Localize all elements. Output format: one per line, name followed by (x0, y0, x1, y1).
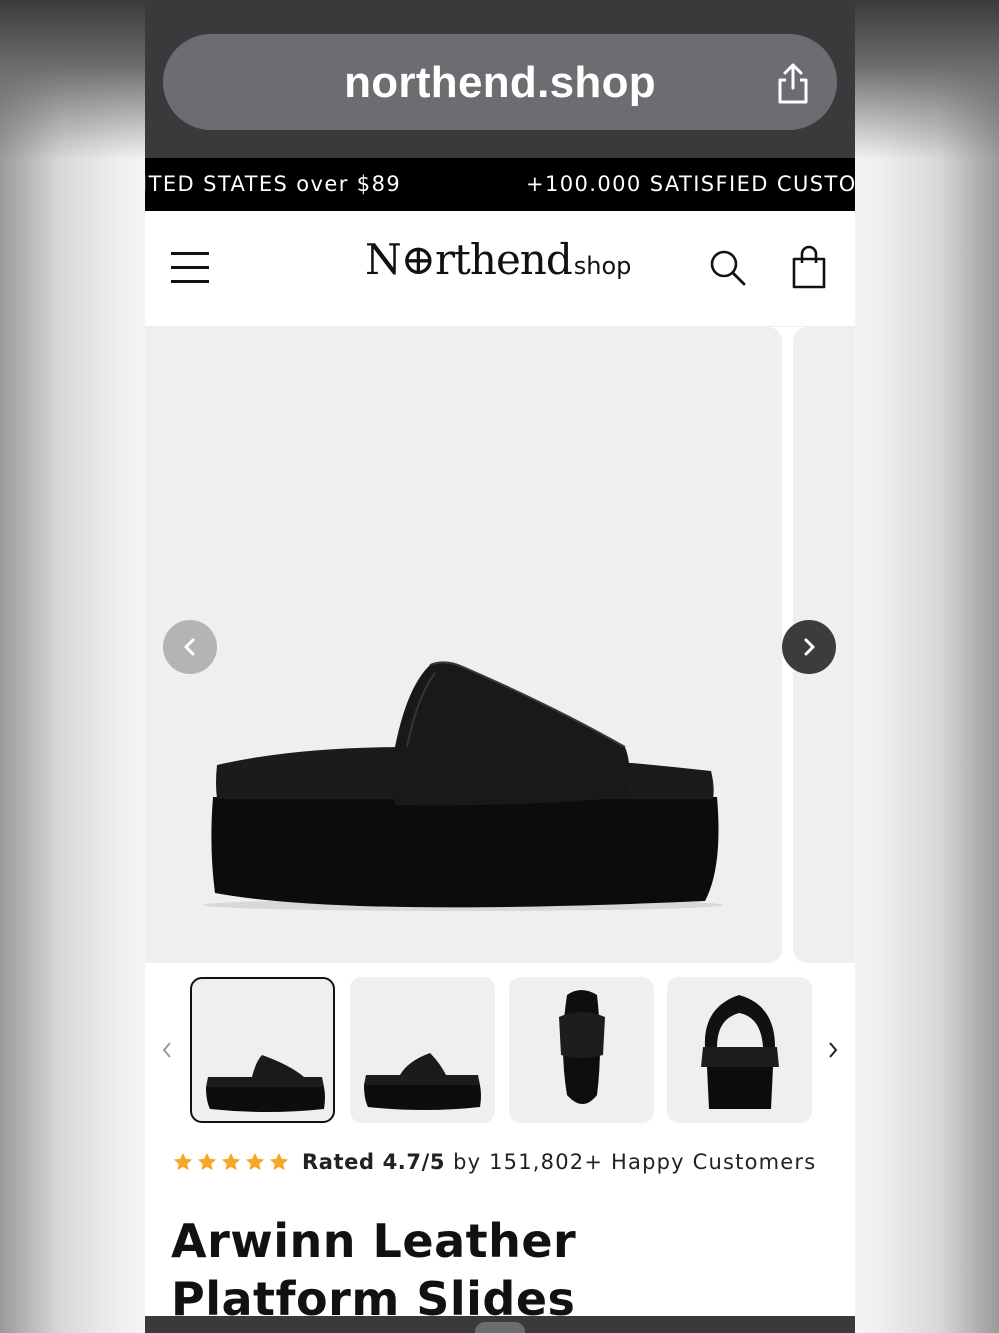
star-icon (173, 1152, 193, 1171)
star-icon (245, 1152, 265, 1171)
announcement-item: ITED STATES over $89 (145, 172, 402, 196)
address-bar[interactable]: northend.shop (163, 34, 837, 130)
rating-score: Rated 4.7/5 (302, 1150, 446, 1174)
site-logo[interactable]: N⊕rthendshop (365, 235, 631, 284)
logo-wordmark: N⊕rthend (365, 235, 573, 284)
star-icon (221, 1152, 241, 1171)
carousel-next-button[interactable] (782, 620, 836, 674)
chevron-left-icon[interactable] (159, 1039, 175, 1061)
chevron-right-icon[interactable] (825, 1039, 841, 1061)
main-product-image[interactable] (145, 327, 782, 963)
rating-customers: by 151,802+ Happy Customers (453, 1150, 817, 1174)
rating-summary: Rated 4.7/5 by 151,802+ Happy Customers (172, 1150, 816, 1174)
hamburger-menu-icon[interactable] (171, 249, 209, 285)
thumbnail-front-view[interactable] (667, 977, 812, 1123)
star-rating (172, 1151, 290, 1173)
site-header: N⊕rthendshop (145, 211, 855, 327)
home-indicator[interactable] (475, 1322, 525, 1333)
thumbnail-strip (145, 977, 855, 1125)
product-gallery (145, 327, 855, 965)
shopping-bag-icon[interactable] (791, 245, 827, 289)
thumbnail-side-view-2[interactable] (350, 977, 495, 1123)
logo-suffix: shop (573, 252, 632, 280)
thumbnail-image (364, 1053, 481, 1110)
carousel-prev-button[interactable] (163, 620, 217, 674)
announcement-item: +100.000 SATISFIED CUSTO (526, 172, 855, 196)
star-icon (197, 1152, 217, 1171)
thumbnail-top-view[interactable] (509, 977, 654, 1123)
announcement-bar: ITED STATES over $89 +100.000 SATISFIED … (145, 158, 855, 211)
search-icon[interactable] (709, 249, 747, 287)
chevron-right-icon (804, 638, 815, 656)
thumbnail-image (559, 990, 605, 1104)
product-title: Arwinn Leather Platform Slides (171, 1214, 577, 1326)
chevron-left-icon (184, 638, 195, 656)
share-icon[interactable] (773, 62, 813, 106)
thumbnail-side-view[interactable] (190, 977, 335, 1123)
browser-bottom-bar (145, 1316, 855, 1333)
browser-address-area: northend.shop (145, 0, 855, 158)
platform-slide-illustration (203, 661, 723, 911)
thumbnail-image (701, 995, 779, 1109)
url-text: northend.shop (344, 58, 656, 107)
star-icon (269, 1152, 289, 1171)
mobile-page: northend.shop ITED STATES over $89 +100.… (145, 0, 855, 1333)
thumbnail-image (206, 1055, 325, 1112)
